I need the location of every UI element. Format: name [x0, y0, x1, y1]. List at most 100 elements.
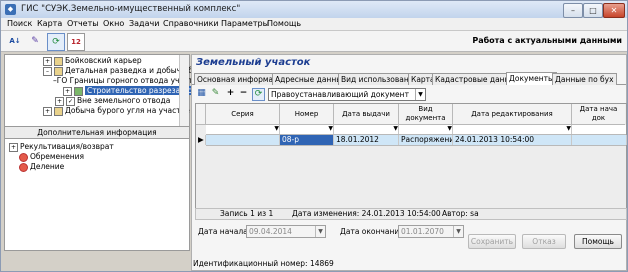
folder-icon [54, 106, 63, 116]
title-bar: ◆ ГИС "СУЭК.Земельно-имущественный компл… [1, 1, 627, 19]
documents-toolbar: ▦ ✎ + − ⟳ Правоустанавливающий документ … [192, 86, 626, 101]
column-header-number[interactable]: Номер [280, 104, 334, 125]
bullet-icon [19, 152, 28, 162]
chevron-down-icon: ▼ [453, 226, 463, 237]
cell-series[interactable] [206, 135, 280, 145]
end-date-field[interactable]: 01.01.2070 ▼ [398, 225, 464, 238]
filter-row: ▼ ▼ ▼ ▼ ▼ [206, 125, 626, 135]
cell-number[interactable]: 08-р [280, 135, 334, 145]
identification-number: Идентификационный номер: 14869 [193, 259, 334, 268]
menu-reports[interactable]: Отчеты [67, 19, 99, 28]
tree-item[interactable]: + ✓ Вне земельного отвода [55, 96, 170, 106]
change-date: Дата изменения: 24.01.2013 10:54:00 [292, 209, 441, 218]
info-item[interactable]: Обременения [19, 152, 84, 162]
menu-tasks[interactable]: Задачи [129, 19, 159, 28]
bullet-icon [19, 162, 28, 172]
row-indicator-arrow-icon: ▶ [196, 135, 206, 145]
tree-item[interactable]: –ГО Границы горного отвода участ [53, 76, 193, 86]
tree-vertical-scrollbar[interactable] [179, 55, 189, 126]
cell-start-date[interactable] [572, 135, 627, 145]
filter-cell[interactable]: ▼ [280, 125, 334, 134]
tree-item-label: Строительство разреза пс [85, 86, 194, 95]
close-button[interactable]: ✕ [603, 3, 625, 18]
column-header-issue-date[interactable]: Дата выдачи [334, 104, 399, 125]
expand-icon[interactable]: + [43, 106, 52, 116]
help-button[interactable]: Помощь [574, 234, 622, 249]
info-item[interactable]: Деление [19, 162, 64, 172]
chevron-down-icon: ▼ [415, 89, 425, 100]
edit-icon[interactable]: ✎ [210, 88, 221, 99]
menu-map[interactable]: Карта [37, 19, 62, 28]
window-title: ГИС "СУЭК.Земельно-имущественный комплек… [21, 4, 241, 14]
menu-window[interactable]: Окно [103, 19, 124, 28]
document-type-select[interactable]: Правоустанавливающий документ ▼ [268, 88, 426, 101]
info-item-label: Рекультивация/возврат [20, 142, 114, 151]
minimize-button[interactable]: – [563, 3, 583, 18]
expand-icon[interactable]: + [63, 86, 72, 96]
documents-grid: Серия Номер Дата выдачи Вид документа Да… [195, 103, 627, 209]
toolbar: A↓ ✎ ⟳ 12 Работа с актуальными данными [1, 31, 627, 52]
tree-item-label: Детальная разведка и добыча б [65, 66, 193, 75]
brush-icon[interactable]: ✎ [27, 33, 43, 49]
author: Автор: sa [442, 209, 479, 218]
cell-issue-date[interactable]: 18.01.2012 [334, 135, 399, 145]
info-item[interactable]: + Рекультивация/возврат [9, 142, 114, 152]
tree-item-label: Вне земельного отвода [77, 96, 171, 105]
start-date-field[interactable]: 09.04.2014 ▼ [246, 225, 326, 238]
menu-references[interactable]: Справочники [163, 19, 219, 28]
column-header-indicator [196, 104, 206, 125]
column-header-start-date[interactable]: Дата нача док [572, 104, 625, 125]
column-header-doc-kind[interactable]: Вид документа [399, 104, 453, 125]
remove-icon[interactable]: − [238, 88, 249, 99]
tree-connector: –ГО [53, 76, 70, 85]
menu-bar: Поиск Карта Отчеты Окно Задачи Справочни… [1, 18, 627, 31]
tree-item[interactable]: + Бойковский карьер [43, 56, 142, 66]
grid-status-bar: Запись 1 из 1 Дата изменения: 24.01.2013… [195, 208, 627, 220]
record-counter: Запись 1 из 1 [220, 209, 274, 218]
filter-cell[interactable]: ▼ [334, 125, 399, 134]
folder-icon [54, 56, 63, 66]
refresh-icon[interactable]: ⟳ [47, 33, 65, 51]
check-icon: ✓ [66, 96, 75, 106]
end-date-value: 01.01.2070 [401, 227, 444, 236]
expand-icon[interactable]: + [9, 142, 18, 152]
save-button[interactable]: Сохранить [468, 234, 516, 249]
panel-title: Земельный участок [196, 57, 311, 68]
column-header-edit-date[interactable]: Дата редактирования [453, 104, 572, 125]
cell-doc-kind[interactable]: Распоряжение [399, 135, 453, 145]
start-date-label: Дата начала [198, 227, 248, 236]
tree-item-label: Границы горного отвода участ [69, 76, 193, 85]
menu-search[interactable]: Поиск [7, 19, 32, 28]
details-panel: Земельный участок Основная информация Ад… [191, 54, 627, 271]
end-date-label: Дата окончания [340, 227, 404, 236]
tree-item-label: Бойковский карьер [65, 56, 142, 65]
add-icon[interactable]: + [225, 88, 236, 99]
tab-documents[interactable]: Документы [506, 72, 557, 85]
table-row[interactable]: 08-р 18.01.2012 Распоряжение 24.01.2013 … [206, 135, 627, 146]
collapse-icon[interactable]: – [43, 66, 52, 76]
start-date-value: 09.04.2014 [249, 227, 292, 236]
filter-cell[interactable]: ▼ [453, 125, 572, 134]
grid-icon[interactable]: ▦ [196, 88, 207, 99]
tree-item[interactable]: + Добыча бурого угля на участке "С [43, 106, 201, 116]
tree-item-selected[interactable]: + Строительство разреза пс [63, 86, 194, 96]
column-header-series[interactable]: Серия [206, 104, 280, 125]
filter-cell[interactable]: ▼ [399, 125, 453, 134]
tree-item[interactable]: – Детальная разведка и добыча б [43, 66, 193, 76]
menu-help[interactable]: Помощь [267, 19, 301, 28]
expand-icon[interactable]: + [55, 96, 64, 106]
expand-icon[interactable]: + [43, 56, 52, 66]
sort-az-icon[interactable]: A↓ [7, 33, 23, 49]
parcel-icon [74, 86, 83, 96]
menu-settings[interactable]: Параметры [221, 19, 269, 28]
cancel-button[interactable]: Отказ [522, 234, 566, 249]
tab-strip: Основная информация Адресные данные Вид … [192, 72, 626, 85]
folder-icon [54, 66, 63, 76]
additional-info-tree: + Рекультивация/возврат Обременения Делен… [4, 138, 190, 251]
tab-accounting[interactable]: Данные по бух [552, 73, 617, 85]
maximize-button[interactable]: □ [583, 3, 603, 18]
refresh-icon[interactable]: ⟳ [252, 88, 265, 101]
cell-edit-date[interactable]: 24.01.2013 10:54:00 [453, 135, 572, 145]
filter-cell[interactable]: ▼ [206, 125, 280, 134]
calendar-icon[interactable]: 12 [67, 33, 85, 51]
